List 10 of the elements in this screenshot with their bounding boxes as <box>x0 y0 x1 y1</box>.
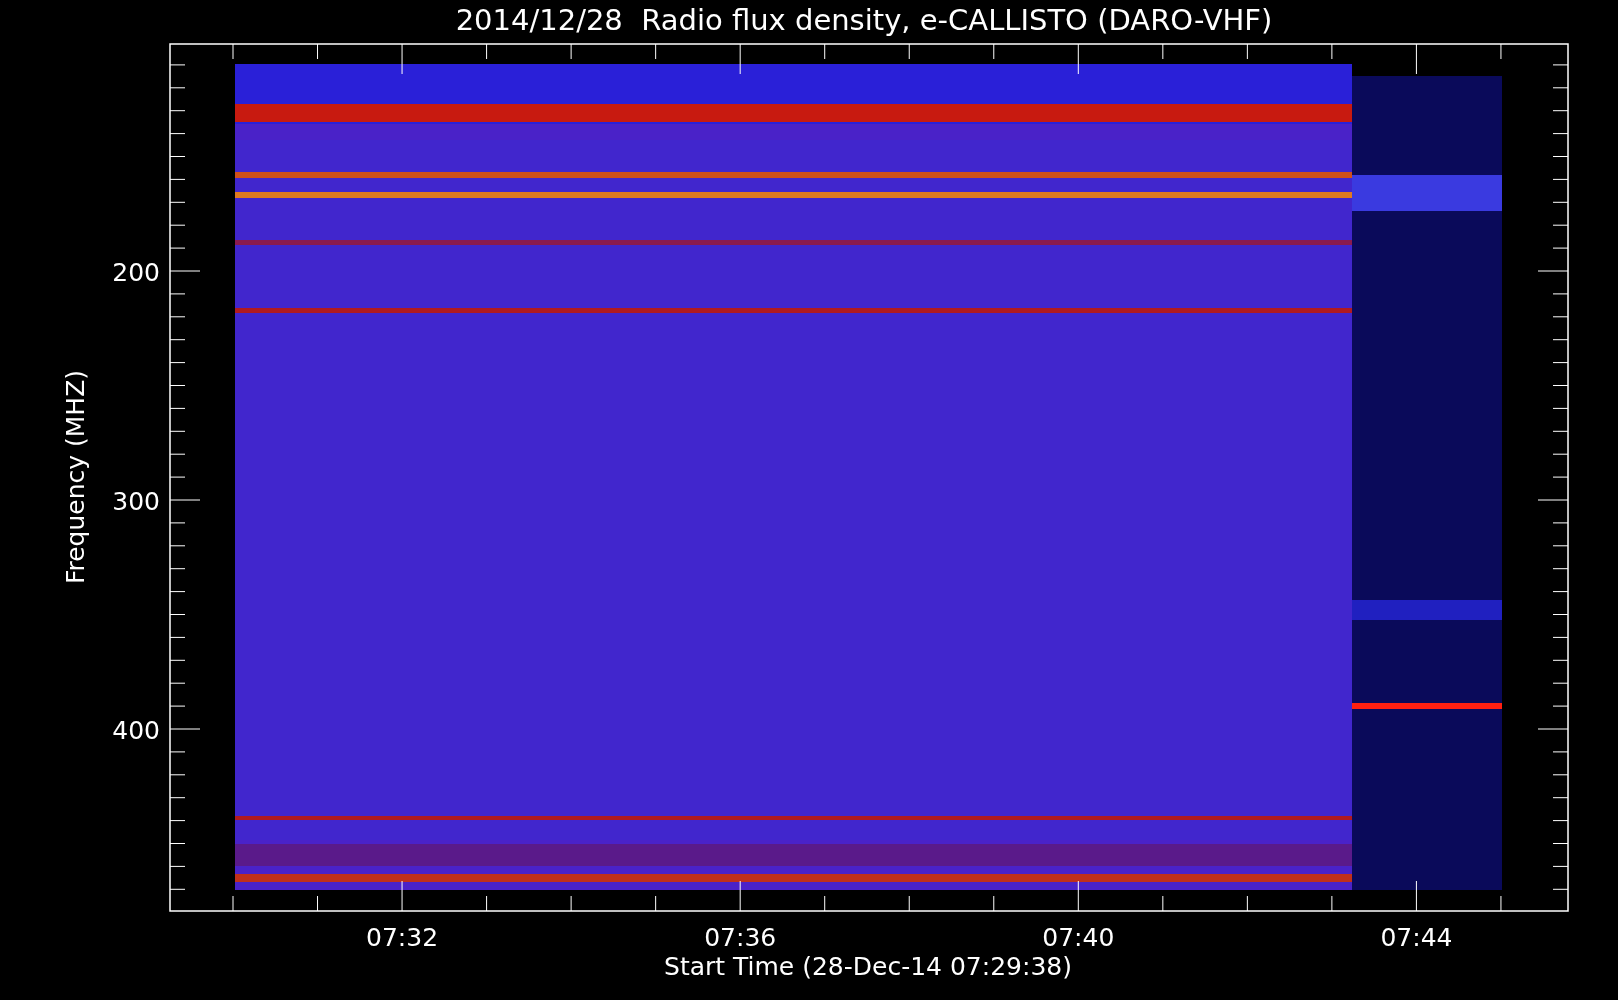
tick-label: 07:44 <box>1380 923 1453 952</box>
tick-label: 07:32 <box>366 923 439 952</box>
tick-label: 300 <box>112 487 160 516</box>
chart-title: 2014/12/28 Radio flux density, e-CALLISTO (DARO-VHF) <box>455 3 1273 37</box>
tick-label: 07:36 <box>704 923 777 952</box>
tick-label: 400 <box>112 716 160 745</box>
tick-label: 07:40 <box>1042 923 1115 952</box>
axis-label: Frequency (MHZ) <box>61 369 90 585</box>
axis-label: Start Time (28-Dec-14 07:29:38) <box>664 952 1072 981</box>
tick-label: 200 <box>112 258 160 287</box>
